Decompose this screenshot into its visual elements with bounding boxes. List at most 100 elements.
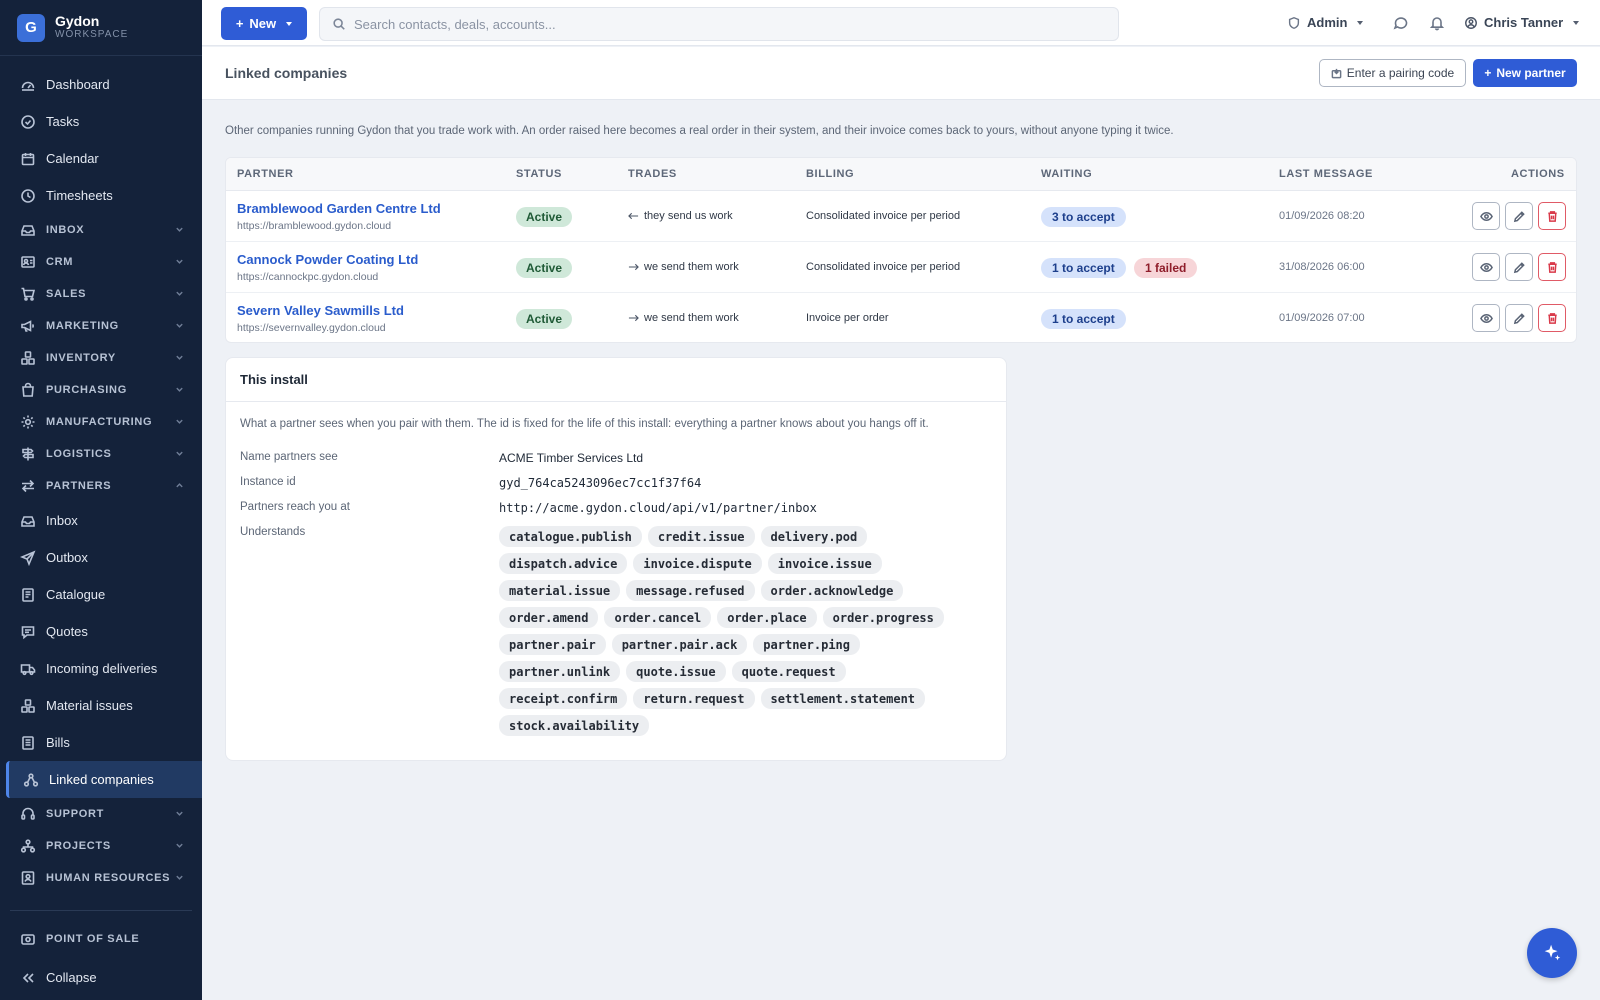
search-input[interactable] bbox=[354, 16, 1054, 32]
this-install-card: This install What a partner sees when yo… bbox=[225, 357, 1007, 761]
sidebar-item-catalogue[interactable]: Catalogue bbox=[0, 576, 202, 613]
sidebar-section-inventory[interactable]: INVENTORY bbox=[0, 342, 202, 374]
delete-button[interactable] bbox=[1538, 253, 1566, 281]
sidebar-item-tasks[interactable]: Tasks bbox=[0, 103, 202, 140]
sidebar-item-outbox[interactable]: Outbox bbox=[0, 539, 202, 576]
sidebar-section-marketing[interactable]: MARKETING bbox=[0, 310, 202, 342]
sidebar-section-inbox[interactable]: INBOX bbox=[0, 214, 202, 246]
bell-icon[interactable] bbox=[1429, 15, 1445, 31]
edit-button[interactable] bbox=[1505, 253, 1533, 281]
boxes-icon bbox=[20, 698, 36, 714]
instance-id-label: Instance id bbox=[240, 476, 296, 488]
new-button-label: New bbox=[249, 16, 277, 31]
view-button[interactable] bbox=[1472, 304, 1500, 332]
partner-name-link[interactable]: Severn Valley Sawmills Ltd bbox=[237, 303, 404, 318]
delete-button[interactable] bbox=[1538, 202, 1566, 230]
arrow-right-icon bbox=[628, 263, 639, 271]
partner-name-link[interactable]: Bramblewood Garden Centre Ltd bbox=[237, 201, 441, 216]
arrow-right-icon bbox=[628, 314, 639, 322]
sidebar-item-label: Dashboard bbox=[46, 77, 110, 92]
view-button[interactable] bbox=[1472, 253, 1500, 281]
admin-label: Admin bbox=[1307, 15, 1348, 30]
chevron-down-icon bbox=[175, 289, 184, 298]
brand-subtitle: WORKSPACE bbox=[55, 29, 129, 40]
admin-menu[interactable]: Admin bbox=[1287, 15, 1364, 30]
reach-value: http://acme.gydon.cloud/api/v1/partner/i… bbox=[499, 501, 817, 515]
eye-icon bbox=[1479, 313, 1493, 323]
partner-url: https://severnvalley.gydon.cloud bbox=[237, 322, 386, 334]
table-header: PARTNER STATUS TRADES BILLING WAITING LA… bbox=[226, 158, 1576, 191]
truck-icon bbox=[20, 661, 36, 677]
sidebar-item-timesheets[interactable]: Timesheets bbox=[0, 177, 202, 214]
new-button[interactable]: + New bbox=[221, 7, 307, 40]
sidebar-nav: Dashboard Tasks Calendar Timesheets INBOX CRM… bbox=[0, 66, 202, 894]
sidebar-section-human-resources[interactable]: HUMAN RESOURCES bbox=[0, 862, 202, 894]
sidebar-section-crm[interactable]: CRM bbox=[0, 246, 202, 278]
pairing-icon bbox=[1331, 68, 1342, 78]
user-menu[interactable]: Chris Tanner bbox=[1464, 15, 1580, 30]
calendar-icon bbox=[20, 151, 36, 167]
delete-button[interactable] bbox=[1538, 304, 1566, 332]
signpost-icon bbox=[20, 446, 36, 462]
message-type-tag: partner.pair.ack bbox=[611, 634, 748, 655]
search-bar bbox=[319, 7, 1119, 41]
projects-icon bbox=[20, 838, 36, 854]
waiting-badge[interactable]: 3 to accept bbox=[1041, 207, 1126, 227]
sidebar-item-bills[interactable]: Bills bbox=[0, 724, 202, 761]
messages-icon[interactable] bbox=[1393, 15, 1409, 31]
sidebar-item-dashboard[interactable]: Dashboard bbox=[0, 66, 202, 103]
brand[interactable]: G Gydon WORKSPACE bbox=[0, 0, 202, 56]
sidebar-section-projects[interactable]: PROJECTS bbox=[0, 830, 202, 862]
table-row: Severn Valley Sawmills Ltd https://severn… bbox=[226, 293, 1576, 342]
message-type-tag: quote.issue bbox=[626, 661, 726, 682]
assistant-fab-button[interactable] bbox=[1527, 928, 1577, 978]
sidebar-item-incoming-deliveries[interactable]: Incoming deliveries bbox=[0, 650, 202, 687]
failed-badge[interactable]: 1 failed bbox=[1134, 258, 1198, 278]
chevron-down-icon bbox=[175, 417, 184, 426]
collapse-sidebar-button[interactable]: Collapse bbox=[0, 959, 202, 996]
sparkle-icon bbox=[1544, 944, 1561, 961]
sidebar-section-partners[interactable]: PARTNERS bbox=[0, 470, 202, 502]
waiting-badge[interactable]: 1 to accept bbox=[1041, 309, 1126, 329]
sidebar-item-label: Bills bbox=[46, 735, 70, 750]
sidebar-item-label: Catalogue bbox=[46, 587, 106, 602]
billing-mode: Consolidated invoice per period bbox=[806, 261, 961, 273]
sidebar-section-label: INVENTORY bbox=[46, 352, 116, 364]
sidebar-section-logistics[interactable]: LOGISTICS bbox=[0, 438, 202, 470]
edit-button[interactable] bbox=[1505, 304, 1533, 332]
message-type-tag: catalogue.publish bbox=[499, 526, 642, 547]
sidebar-item-linked-companies[interactable]: Linked companies bbox=[6, 761, 202, 798]
new-partner-button[interactable]: + New partner bbox=[1473, 59, 1577, 87]
waiting-badge[interactable]: 1 to accept bbox=[1041, 258, 1126, 278]
sidebar-item-quotes[interactable]: Quotes bbox=[0, 613, 202, 650]
caret-down-icon bbox=[286, 21, 293, 26]
sidebar-section-point-of-sale[interactable]: POINT OF SALE bbox=[0, 923, 202, 955]
sidebar: G Gydon WORKSPACE Dashboard Tasks Calendar… bbox=[0, 0, 202, 1000]
message-type-tag: order.progress bbox=[822, 607, 944, 628]
trades-direction: we send them work bbox=[628, 261, 739, 273]
message-type-tag: order.acknowledge bbox=[760, 580, 904, 601]
column-header-actions: ACTIONS bbox=[1511, 168, 1565, 180]
partner-name-link[interactable]: Cannock Powder Coating Ltd bbox=[237, 252, 418, 267]
chevron-down-icon bbox=[175, 841, 184, 850]
headset-icon bbox=[20, 806, 36, 822]
chevron-up-icon bbox=[175, 481, 184, 490]
page-intro: Other companies running Gydon that you t… bbox=[225, 125, 1174, 137]
dashboard-icon bbox=[20, 77, 36, 93]
sidebar-section-manufacturing[interactable]: MANUFACTURING bbox=[0, 406, 202, 438]
edit-button[interactable] bbox=[1505, 202, 1533, 230]
message-type-tag: stock.availability bbox=[499, 715, 650, 736]
sidebar-item-inbox[interactable]: Inbox bbox=[0, 502, 202, 539]
view-button[interactable] bbox=[1472, 202, 1500, 230]
sidebar-item-calendar[interactable]: Calendar bbox=[0, 140, 202, 177]
sidebar-section-support[interactable]: SUPPORT bbox=[0, 798, 202, 830]
enter-pairing-code-button[interactable]: Enter a pairing code bbox=[1319, 59, 1466, 87]
chevron-down-icon bbox=[175, 225, 184, 234]
sidebar-section-sales[interactable]: SALES bbox=[0, 278, 202, 310]
sidebar-item-label: Linked companies bbox=[49, 772, 154, 787]
send-icon bbox=[20, 550, 36, 566]
sidebar-section-purchasing[interactable]: PURCHASING bbox=[0, 374, 202, 406]
sidebar-item-material-issues[interactable]: Material issues bbox=[0, 687, 202, 724]
message-type-tag: quote.request bbox=[731, 661, 846, 682]
message-type-tag: partner.pair bbox=[499, 634, 606, 655]
